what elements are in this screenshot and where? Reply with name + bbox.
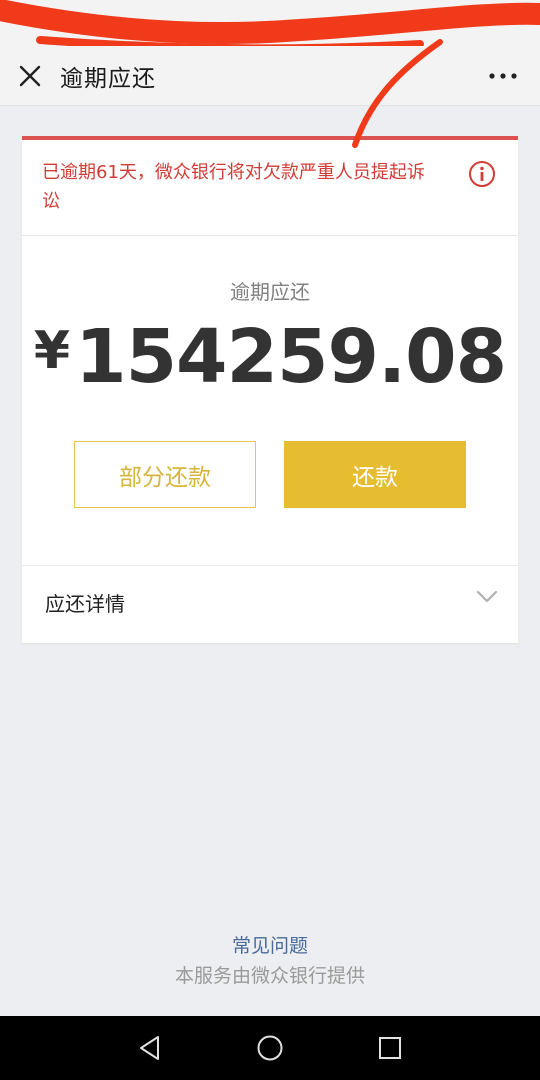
- amount-section: 逾期应还 ¥154259.08 部分还款 还款: [22, 236, 518, 566]
- amount-number: 154259.08: [75, 314, 507, 400]
- details-label: 应还详情: [45, 592, 125, 616]
- top-nav-bar: 逾期应还: [0, 46, 540, 106]
- system-nav-bar: [0, 1016, 540, 1080]
- overdue-alert: 已逾期61天，微众银行将对欠款严重人员提起诉讼: [22, 136, 518, 236]
- repayment-details-row[interactable]: 应还详情: [22, 566, 518, 639]
- red-scribble-annotation: [0, 0, 540, 46]
- recents-square-icon: [379, 1037, 401, 1059]
- partial-repay-button[interactable]: 部分还款: [74, 441, 256, 508]
- close-icon: [19, 65, 41, 86]
- more-button[interactable]: [488, 46, 518, 106]
- home-circle-icon: [257, 1035, 283, 1061]
- provider-note: 本服务由微众银行提供: [174, 965, 365, 987]
- amount-value: ¥154259.08: [22, 314, 518, 400]
- overdue-card: 已逾期61天，微众银行将对欠款严重人员提起诉讼 逾期应还 ¥154259.08 …: [22, 136, 518, 643]
- status-bar: [0, 0, 540, 46]
- alert-text: 已逾期61天，微众银行将对欠款严重人员提起诉讼: [42, 162, 425, 212]
- info-icon[interactable]: [468, 160, 496, 188]
- back-button[interactable]: [120, 1016, 180, 1080]
- more-dots-icon: [489, 73, 517, 79]
- page-title: 逾期应还: [60, 65, 156, 92]
- currency-symbol: ¥: [33, 321, 70, 381]
- faq-link[interactable]: 常见问题: [0, 931, 540, 958]
- home-button[interactable]: [240, 1016, 300, 1080]
- chevron-down-icon: [476, 590, 498, 603]
- recents-button[interactable]: [360, 1016, 420, 1080]
- amount-label: 逾期应还: [230, 280, 310, 304]
- close-button[interactable]: [0, 46, 60, 106]
- repay-button[interactable]: 还款: [284, 441, 466, 508]
- back-triangle-icon: [140, 1036, 159, 1060]
